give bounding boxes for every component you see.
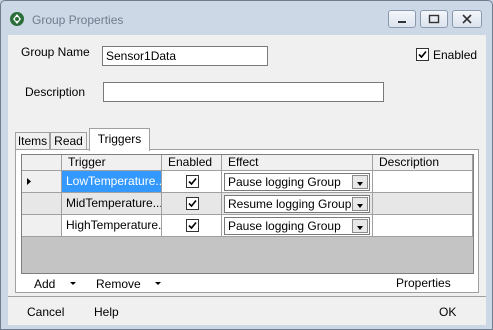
column-header-description[interactable]: Description	[373, 155, 473, 171]
dialog-body: Group Name Enabled Description Items Rea…	[8, 35, 486, 325]
row-enabled-checkbox[interactable]	[186, 197, 199, 210]
chevron-down-icon	[155, 282, 162, 285]
cancel-button[interactable]: Cancel	[27, 305, 64, 319]
effect-dropdown[interactable]: Resume logging Group	[224, 195, 370, 213]
help-button[interactable]: Help	[94, 305, 119, 319]
window-title: Group Properties	[32, 13, 124, 27]
enabled-checkbox[interactable]	[416, 48, 429, 61]
add-button[interactable]: Add	[34, 276, 76, 291]
tab-items[interactable]: Items	[15, 132, 50, 150]
maximize-icon	[428, 14, 440, 24]
description-label: Description	[25, 85, 86, 99]
checkmark-icon	[188, 177, 197, 186]
description-cell[interactable]	[373, 215, 473, 237]
dropdown-button[interactable]	[352, 175, 368, 189]
group-properties-window: Group Properties Group Name Enabled Desc…	[0, 0, 493, 330]
chevron-down-icon	[357, 204, 363, 208]
dropdown-button[interactable]	[352, 197, 368, 211]
chevron-down-icon	[357, 182, 363, 186]
close-icon	[462, 14, 472, 24]
row-header[interactable]	[22, 215, 62, 237]
effect-cell[interactable]: Pause logging Group	[222, 171, 373, 193]
effect-cell[interactable]: Resume logging Group	[222, 193, 373, 215]
row-header[interactable]	[22, 171, 62, 193]
description-input[interactable]	[103, 82, 384, 102]
chevron-down-icon	[69, 282, 76, 285]
dropdown-button[interactable]	[352, 219, 368, 233]
trigger-cell[interactable]: MidTemperature...	[62, 193, 162, 215]
group-name-input[interactable]	[102, 46, 268, 66]
description-cell[interactable]	[373, 171, 473, 193]
app-icon	[10, 12, 24, 26]
maximize-button[interactable]	[420, 10, 448, 28]
checkmark-icon	[418, 50, 427, 59]
column-header-trigger[interactable]: Trigger	[62, 155, 162, 171]
row-header[interactable]	[22, 193, 62, 215]
effect-value: Resume logging Group	[228, 197, 352, 211]
close-button[interactable]	[452, 10, 482, 28]
column-header-effect[interactable]: Effect	[222, 155, 373, 171]
effect-dropdown[interactable]: Pause logging Group	[224, 173, 370, 191]
enabled-label: Enabled	[433, 48, 478, 62]
title-bar[interactable]: Group Properties	[1, 1, 492, 35]
checkmark-icon	[188, 221, 197, 230]
trigger-cell[interactable]: HighTemperature...	[62, 215, 162, 237]
remove-label: Remove	[96, 277, 141, 291]
checkmark-icon	[188, 199, 197, 208]
row-header-corner	[22, 155, 62, 171]
remove-button[interactable]: Remove	[96, 276, 162, 291]
enabled-cell[interactable]	[162, 215, 222, 237]
description-cell[interactable]	[373, 193, 473, 215]
minimize-icon	[398, 21, 406, 23]
footer-divider	[8, 296, 486, 297]
add-label: Add	[34, 277, 56, 291]
effect-value: Pause logging Group	[228, 175, 341, 189]
tab-read[interactable]: Read	[50, 132, 87, 150]
tab-triggers[interactable]: Triggers	[89, 128, 150, 151]
row-enabled-checkbox[interactable]	[186, 219, 199, 232]
enabled-cell[interactable]	[162, 171, 222, 193]
triggers-panel: Trigger Enabled Effect Description LowTe…	[15, 149, 479, 293]
current-row-arrow-icon	[27, 178, 31, 185]
minimize-button[interactable]	[388, 10, 416, 28]
trigger-cell[interactable]: LowTemperature...	[62, 171, 162, 193]
triggers-grid[interactable]: Trigger Enabled Effect Description LowTe…	[21, 154, 474, 274]
column-header-enabled[interactable]: Enabled	[162, 155, 222, 171]
effect-cell[interactable]: Pause logging Group	[222, 215, 373, 237]
enabled-cell[interactable]	[162, 193, 222, 215]
chevron-down-icon	[357, 226, 363, 230]
properties-button[interactable]: Properties	[396, 276, 451, 290]
effect-value: Pause logging Group	[228, 219, 341, 233]
ok-button[interactable]: OK	[439, 305, 456, 319]
row-enabled-checkbox[interactable]	[186, 175, 199, 188]
effect-dropdown[interactable]: Pause logging Group	[224, 217, 370, 235]
group-name-label: Group Name	[21, 45, 90, 59]
